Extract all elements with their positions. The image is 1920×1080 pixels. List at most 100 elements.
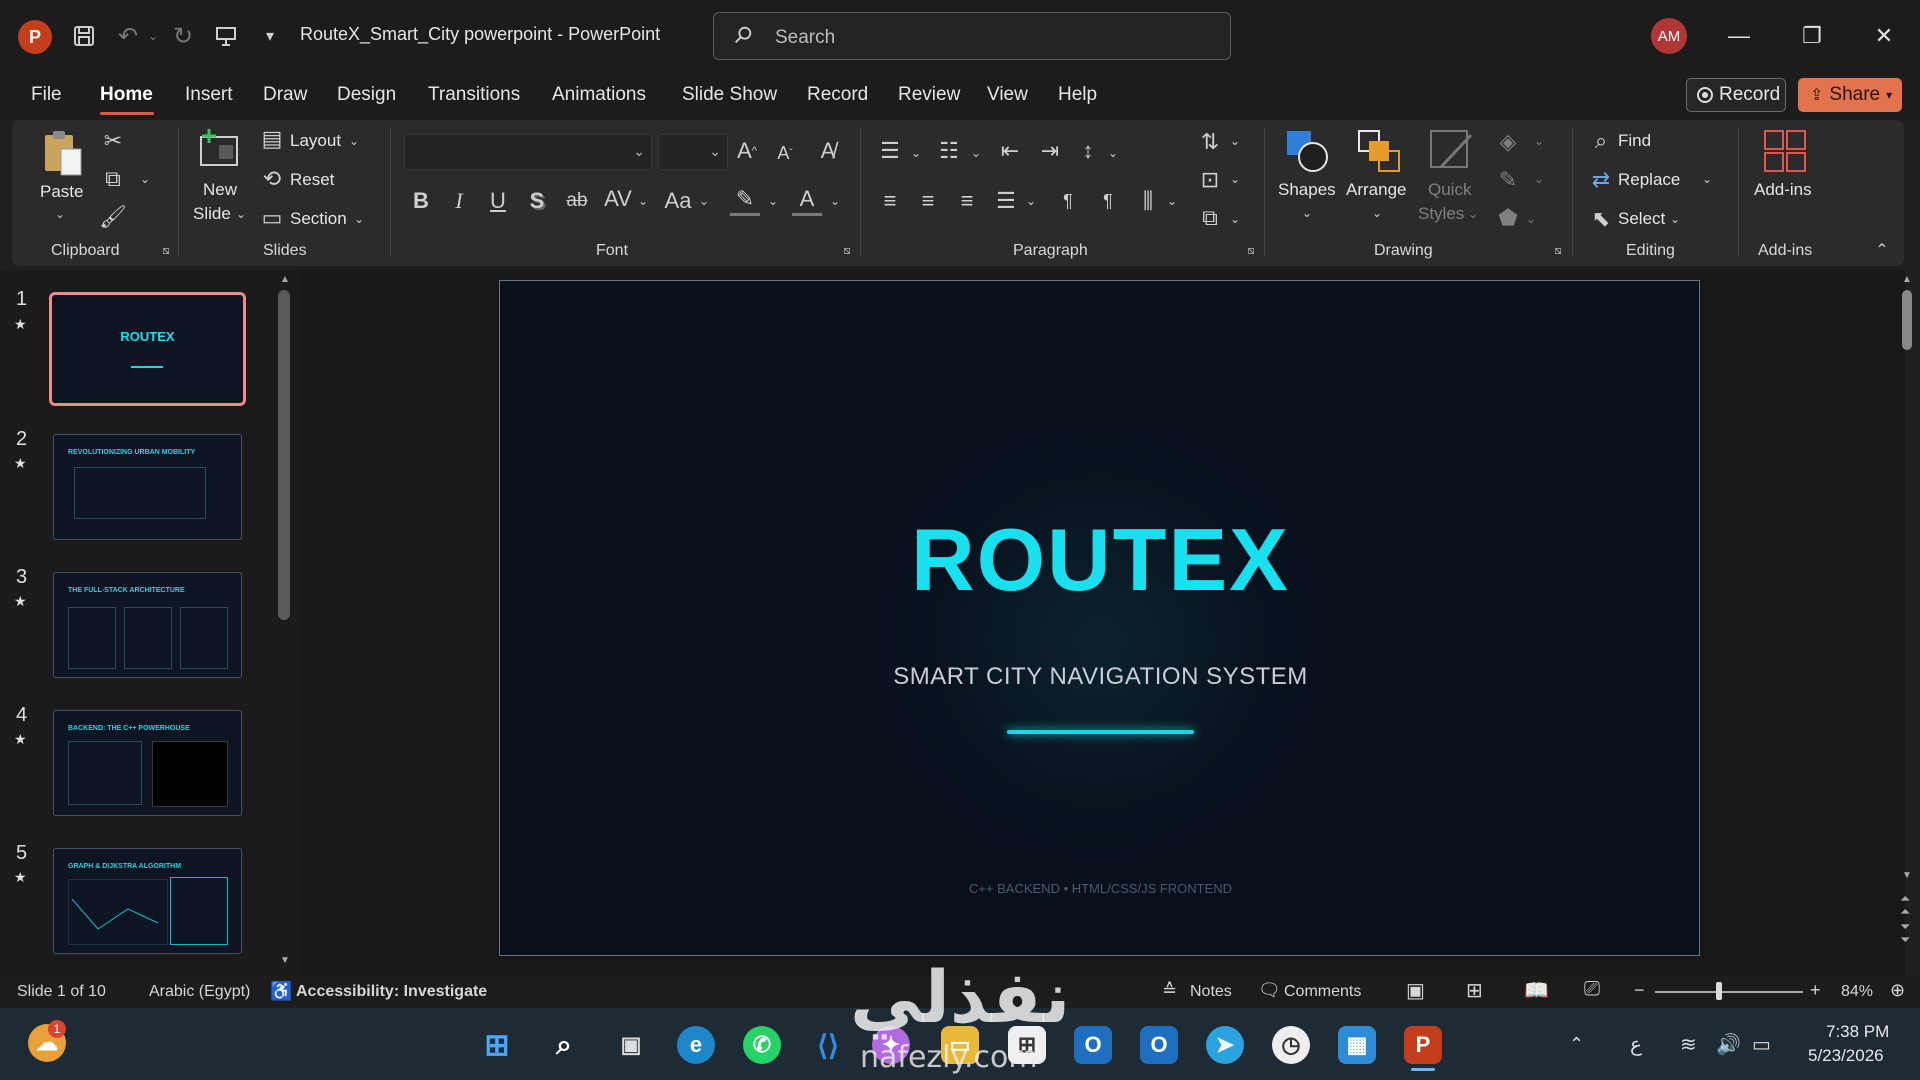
font-size-select[interactable]: ⌄	[658, 134, 728, 170]
bullets-icon[interactable]: ☰	[876, 136, 904, 166]
notes-button[interactable]: Notes	[1190, 983, 1232, 1001]
chevron-down-icon[interactable]: ⌄	[1300, 206, 1314, 220]
underline-icon[interactable]: U	[487, 186, 509, 216]
volume-icon[interactable]: 🔊	[1716, 1032, 1741, 1057]
scroll-up-icon[interactable]: ▲	[280, 274, 290, 285]
columns-icon[interactable]: ⫼	[1134, 186, 1162, 216]
add-ins-icon[interactable]	[1760, 126, 1810, 176]
thumbnail-slide-1[interactable]: ROUTEX	[49, 292, 246, 406]
change-case-icon[interactable]: Aa	[662, 186, 694, 216]
close-icon[interactable]: ✕	[1856, 14, 1912, 58]
slide-title[interactable]: ROUTEX	[500, 509, 1699, 611]
quick-styles-label-1[interactable]: Quick	[1428, 180, 1471, 200]
accessibility-status[interactable]: Accessibility: Investigate	[296, 983, 487, 1001]
chevron-down-icon[interactable]: ⌄	[828, 194, 842, 208]
fit-to-window-icon[interactable]: ⊕	[1890, 980, 1905, 1001]
vscode-icon[interactable]: ⟨⟩	[809, 1026, 847, 1064]
align-center-icon[interactable]: ≡	[914, 186, 942, 216]
increase-font-icon[interactable]: A ^	[733, 136, 761, 166]
chevron-down-icon[interactable]: ⌄	[1370, 206, 1384, 220]
tab-animations[interactable]: Animations	[552, 84, 646, 106]
shapes-icon[interactable]	[1282, 126, 1332, 176]
scroll-down-icon[interactable]: ▼	[1902, 870, 1912, 881]
italic-icon[interactable]: I	[448, 186, 470, 216]
bold-icon[interactable]: B	[410, 186, 432, 216]
paste-label[interactable]: Paste	[40, 182, 83, 202]
rtl-icon[interactable]: ¶	[1094, 186, 1122, 216]
record-button[interactable]: Record	[1686, 78, 1786, 112]
font-name-select[interactable]: ⌄	[404, 134, 652, 170]
chevron-down-icon[interactable]: ⌄	[909, 146, 923, 160]
tab-review[interactable]: Review	[898, 84, 960, 106]
text-direction-icon[interactable]: ⇅	[1196, 128, 1224, 156]
tab-transitions[interactable]: Transitions	[428, 84, 520, 106]
chevron-down-icon[interactable]: ⌄	[697, 194, 711, 208]
normal-view-icon[interactable]: ▣	[1406, 978, 1425, 1003]
replace-button[interactable]: Replace	[1618, 170, 1680, 190]
clock-date[interactable]: 5/23/2026	[1808, 1046, 1884, 1066]
font-color-icon[interactable]: A	[792, 184, 822, 216]
whatsapp-icon[interactable]: ✆	[743, 1026, 781, 1064]
undo-icon[interactable]: ↶	[110, 18, 146, 54]
chevron-down-icon[interactable]: ⌄	[1228, 134, 1242, 148]
slide-footer-text[interactable]: C++ BACKEND • HTML/CSS/JS FRONTEND	[500, 881, 1699, 896]
slide-subtitle[interactable]: SMART CITY NAVIGATION SYSTEM	[500, 663, 1699, 691]
next-slide-icon[interactable]: ⏷ ⏷	[1900, 920, 1910, 946]
accent-line[interactable]	[1007, 730, 1194, 734]
zoom-out-icon[interactable]: −	[1634, 980, 1645, 1001]
justify-icon[interactable]: ☰	[992, 186, 1020, 216]
chevron-down-icon[interactable]: ⌄	[1024, 194, 1038, 208]
zoom-slider-track[interactable]	[1655, 991, 1803, 993]
shape-outline-icon[interactable]: ✎	[1494, 166, 1522, 194]
align-text-icon[interactable]: ⊡	[1196, 166, 1224, 194]
reading-view-icon[interactable]: 📖	[1524, 978, 1549, 1003]
minimize-icon[interactable]: —	[1711, 14, 1767, 58]
quick-styles-icon[interactable]	[1426, 126, 1476, 176]
clock-time[interactable]: 7:38 PM	[1826, 1022, 1889, 1042]
outlook-icon[interactable]: O	[1074, 1026, 1112, 1064]
input-language[interactable]: ع	[1630, 1032, 1642, 1057]
ltr-icon[interactable]: ¶	[1054, 186, 1082, 216]
zoom-in-icon[interactable]: +	[1810, 980, 1821, 1001]
slide-sorter-icon[interactable]: ⊞	[1466, 978, 1483, 1003]
battery-icon[interactable]: ▭	[1752, 1032, 1771, 1057]
chevron-down-icon[interactable]: ⌄	[1700, 172, 1714, 186]
align-left-icon[interactable]: ≡	[876, 186, 904, 216]
slide-counter[interactable]: Slide 1 of 10	[17, 983, 106, 1001]
dialog-launcher-icon[interactable]: ⧅	[1244, 244, 1258, 258]
tab-design[interactable]: Design	[337, 84, 396, 106]
chevron-down-icon[interactable]: ⌄	[1668, 212, 1682, 226]
quick-styles-label-2[interactable]: Styles	[1418, 204, 1464, 224]
collapse-ribbon-icon[interactable]: ⌃	[1872, 240, 1892, 260]
task-view-icon[interactable]: ▣	[612, 1026, 650, 1064]
zoom-slider-thumb[interactable]	[1716, 982, 1722, 1000]
tab-draw[interactable]: Draw	[263, 84, 307, 106]
decrease-font-icon[interactable]: Aˇ	[771, 138, 799, 168]
show-hidden-icons-icon[interactable]: ⌃	[1569, 1034, 1584, 1055]
find-button[interactable]: Find	[1618, 131, 1651, 151]
highlight-icon[interactable]: ✎	[730, 184, 760, 216]
align-right-icon[interactable]: ≡	[953, 186, 981, 216]
select-cursor-icon[interactable]: ⬉	[1588, 206, 1614, 232]
new-outlook-icon[interactable]: O	[1140, 1026, 1178, 1064]
thumbnail-slide-5[interactable]: GRAPH & DIJKSTRA ALGORITHM	[53, 848, 242, 954]
chevron-down-icon[interactable]: ⌄	[50, 206, 70, 222]
arrange-icon[interactable]	[1354, 126, 1404, 176]
present-icon[interactable]	[208, 18, 244, 54]
save-icon[interactable]	[66, 18, 102, 54]
layout-button[interactable]: Layout	[290, 131, 341, 151]
chevron-down-icon[interactable]: ⌄	[1532, 172, 1546, 186]
telegram-icon[interactable]: ➤	[1206, 1026, 1244, 1064]
restore-icon[interactable]: ❐	[1784, 14, 1840, 58]
select-button[interactable]: Select	[1618, 209, 1665, 229]
tab-home[interactable]: Home	[100, 84, 153, 106]
undo-dropdown-icon[interactable]: ⌄	[145, 18, 161, 54]
dialog-launcher-icon[interactable]: ⧅	[840, 244, 854, 258]
current-slide[interactable]: ROUTEX SMART CITY NAVIGATION SYSTEM C++ …	[499, 280, 1700, 956]
chevron-down-icon[interactable]: ⌄	[1228, 172, 1242, 186]
windows-start-icon[interactable]: ⊞	[478, 1026, 516, 1064]
shapes-label[interactable]: Shapes	[1278, 180, 1336, 200]
language-indicator[interactable]: Arabic (Egypt)	[149, 983, 250, 1001]
search-input[interactable]: Search	[713, 12, 1231, 60]
chevron-down-icon[interactable]: ⌄	[1228, 212, 1242, 226]
